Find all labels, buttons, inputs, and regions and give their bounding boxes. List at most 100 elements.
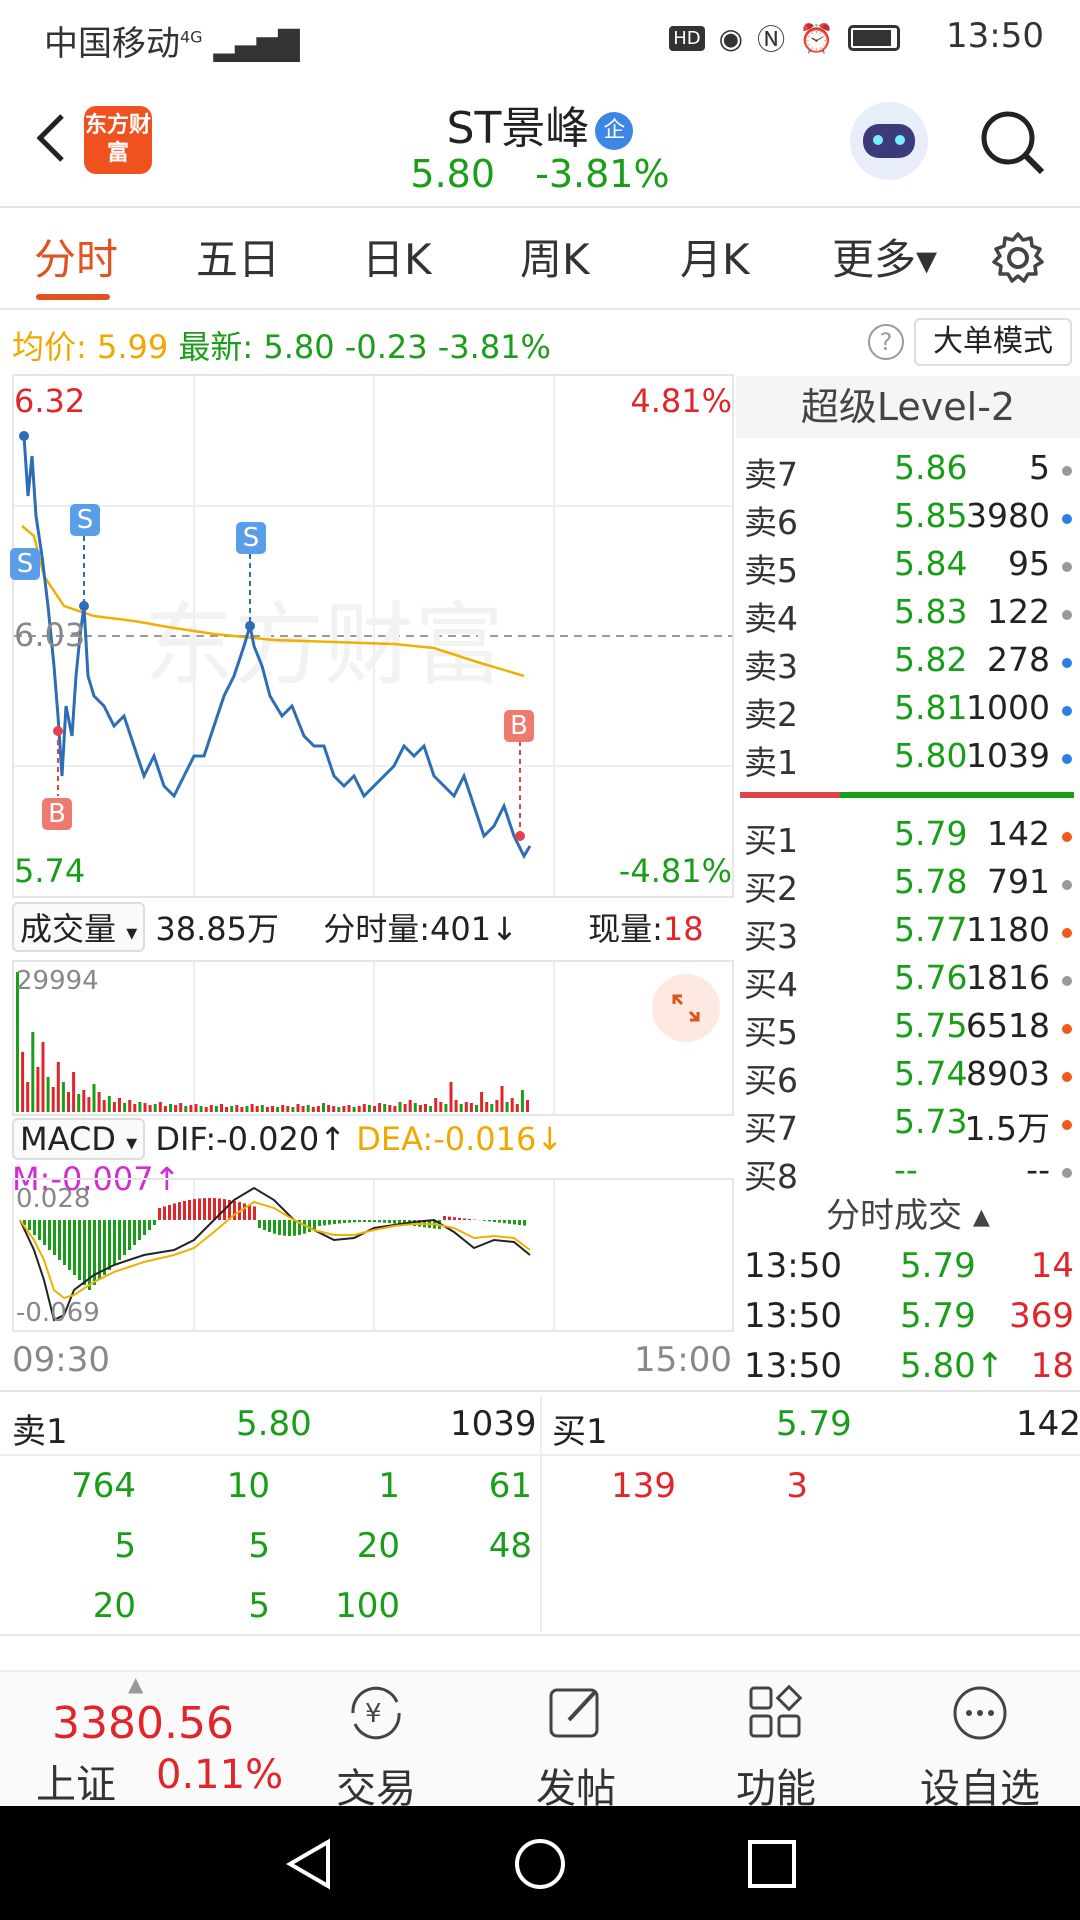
search-icon[interactable]	[976, 106, 1048, 178]
macd-chart[interactable]: 0.028 -0.069	[12, 1178, 734, 1332]
macd-bar	[488, 1220, 491, 1222]
caret-up-icon: ▲	[128, 1672, 144, 1696]
macd-bar	[28, 1220, 31, 1230]
ask-row[interactable]: 卖7 5.86 5	[744, 448, 1074, 496]
level-volume: 1.5万	[964, 1109, 1050, 1148]
bid-row[interactable]: 买7 5.73 1.5万	[744, 1102, 1074, 1150]
queue-order-volume: 100	[335, 1586, 400, 1626]
index-value[interactable]: 3380.56	[52, 1698, 234, 1749]
bid-row[interactable]: 买6 5.74 8903	[744, 1054, 1074, 1102]
volume-dropdown[interactable]: 成交量 ▾	[12, 902, 146, 952]
level-volume: 5	[1029, 448, 1050, 487]
macd-bar	[58, 1220, 61, 1260]
macd-bar	[513, 1220, 516, 1225]
tab-five-day[interactable]: 五日	[196, 226, 280, 287]
buy-marker[interactable]: B	[42, 798, 72, 830]
macd-bar	[373, 1220, 376, 1223]
more-icon	[953, 1686, 1007, 1740]
ask-row[interactable]: 卖1 5.80 1039	[744, 736, 1074, 784]
sell-marker[interactable]: S	[70, 504, 100, 536]
ask-row[interactable]: 卖4 5.83 122	[744, 592, 1074, 640]
trade-button[interactable]: ¥ 交易	[316, 1680, 436, 1814]
volume-bar	[311, 1107, 315, 1112]
status-icons: HD ◉ Ⓝ ⏰	[669, 18, 900, 58]
gear-icon[interactable]	[990, 230, 1046, 286]
macd-bar	[173, 1203, 176, 1220]
intraday-trades-title[interactable]: 分时成交 ▴	[736, 1188, 1080, 1237]
bid-row[interactable]: 买5 5.75 6518	[744, 1006, 1074, 1054]
index-pct[interactable]: 0.11%	[156, 1752, 283, 1798]
expand-icon[interactable]	[652, 974, 720, 1042]
volume-bar	[281, 1105, 285, 1112]
order-dot-icon	[1062, 832, 1072, 842]
tab-monthly-k[interactable]: 月K	[680, 226, 750, 287]
trade-price: 5.79	[900, 1246, 976, 1286]
volume-bar	[138, 1102, 142, 1112]
chart-low-price: 5.74	[14, 852, 86, 890]
big-order-mode-button[interactable]: 大单模式	[914, 318, 1072, 366]
ask-row[interactable]: 卖6 5.85 3980	[744, 496, 1074, 544]
tab-more[interactable]: 更多▾	[832, 226, 937, 287]
tab-weekly-k[interactable]: 周K	[520, 226, 590, 287]
volume-bar	[347, 1105, 351, 1112]
level-price: 5.85	[894, 496, 968, 535]
help-icon[interactable]: ?	[868, 324, 904, 360]
functions-button[interactable]: 功能	[716, 1680, 836, 1814]
stock-price: 5.80	[410, 152, 496, 196]
volume-bar	[41, 1042, 45, 1112]
volume-bar	[500, 1086, 504, 1112]
sell-marker[interactable]: S	[10, 548, 40, 580]
level-volume: 142	[987, 814, 1050, 853]
home-circle-icon[interactable]	[512, 1836, 568, 1892]
add-watchlist-button[interactable]: 设自选	[920, 1680, 1040, 1814]
bid-row[interactable]: 买4 5.76 1816	[744, 958, 1074, 1006]
bid-row[interactable]: 买2 5.78 791	[744, 862, 1074, 910]
bid-ask-split-bar	[740, 792, 1074, 798]
volume-bar	[87, 1097, 91, 1112]
back-triangle-icon[interactable]	[282, 1836, 338, 1892]
volume-bar	[495, 1100, 499, 1112]
index-name[interactable]: 上证	[36, 1752, 116, 1810]
bid-row[interactable]: 买1 5.79 142	[744, 814, 1074, 862]
volume-bar	[235, 1105, 239, 1112]
queue-top-divider	[0, 1390, 1080, 1392]
volume-bar	[296, 1104, 300, 1112]
level-volume: 1180	[966, 910, 1050, 949]
ask-row[interactable]: 卖5 5.84 95	[744, 544, 1074, 592]
tab-daily-k[interactable]: 日K	[362, 226, 432, 287]
level2-title[interactable]: 超级Level-2	[736, 376, 1080, 438]
level-price: --	[894, 1150, 918, 1189]
recents-square-icon[interactable]	[744, 1836, 800, 1892]
macd-bar	[393, 1220, 396, 1224]
chevron-down-icon: ▾	[126, 1131, 138, 1156]
volume-bar	[265, 1107, 269, 1112]
queue-order-volume: 1	[378, 1466, 400, 1506]
volume-max-label: 29994	[16, 966, 99, 996]
volume-bar	[51, 1087, 55, 1112]
ask-row[interactable]: 卖3 5.82 278	[744, 640, 1074, 688]
order-dot-icon	[1062, 514, 1072, 524]
macd-bar	[63, 1220, 66, 1265]
order-dot-icon	[1062, 1120, 1072, 1130]
level-price: 5.80	[894, 736, 968, 775]
sell-marker[interactable]: S	[236, 522, 266, 554]
volume-chart[interactable]: 29994	[12, 960, 734, 1116]
volume-bar	[291, 1107, 295, 1112]
robot-assistant-icon[interactable]	[850, 102, 928, 180]
macd-bar	[448, 1216, 451, 1220]
level-volume: 791	[987, 862, 1050, 901]
volume-bar	[169, 1104, 172, 1112]
post-button[interactable]: 发帖	[516, 1680, 636, 1814]
level-label: 卖3	[744, 647, 798, 686]
order-dot-icon	[1062, 880, 1072, 890]
order-dot-icon	[1062, 466, 1072, 476]
tab-intraday[interactable]: 分时	[34, 226, 118, 287]
level-price: 5.77	[894, 910, 968, 949]
buy-marker[interactable]: B	[504, 710, 534, 742]
macd-bottom-label: -0.069	[16, 1298, 100, 1328]
bid-row[interactable]: 买3 5.77 1180	[744, 910, 1074, 958]
macd-dropdown[interactable]: MACD ▾	[12, 1118, 146, 1160]
intraday-chart[interactable]: 东方财富 S S S B B 6.32 4.81% 6.03 5.74 -4.8…	[10, 374, 734, 898]
chart-low-pct: -4.81%	[618, 852, 732, 890]
ask-row[interactable]: 卖2 5.81 1000	[744, 688, 1074, 736]
